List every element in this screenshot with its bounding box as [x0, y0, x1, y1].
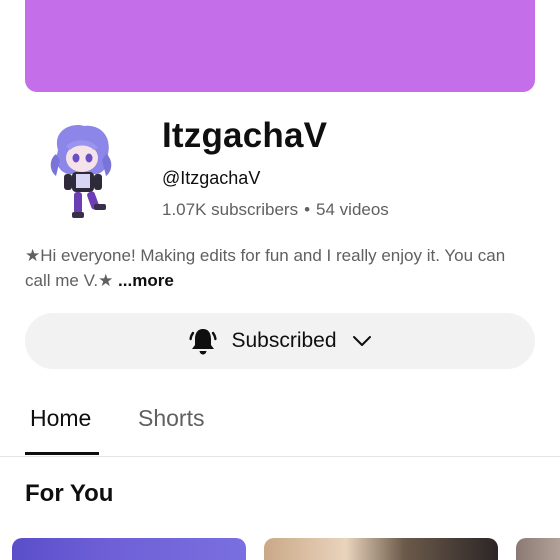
- subscribed-label: Subscribed: [231, 329, 337, 352]
- more-link[interactable]: ...more: [118, 271, 174, 290]
- video-thumbnail[interactable]: [264, 538, 498, 560]
- video-count: 54 videos: [316, 200, 389, 219]
- channel-description[interactable]: ★Hi everyone! Making edits for fun and I…: [25, 243, 535, 293]
- video-thumbnail[interactable]: [12, 538, 246, 560]
- channel-handle: @ItzgachaV: [162, 168, 261, 188]
- channel-stats: 1.07K subscribers • 54 videos: [162, 200, 389, 220]
- channel-tabs: Home Shorts: [0, 395, 560, 457]
- channel-name: ItzgachaV: [162, 116, 328, 155]
- description-text: ★Hi everyone! Making edits for fun and I…: [25, 246, 506, 290]
- subscriber-count: 1.07K subscribers: [162, 200, 299, 219]
- channel-avatar[interactable]: [38, 120, 124, 224]
- section-title: For You: [25, 480, 114, 507]
- bell-icon: [189, 329, 218, 355]
- selected-tab-indicator: [25, 452, 99, 455]
- chevron-down-icon: [352, 336, 371, 346]
- channel-banner: [25, 0, 535, 92]
- stats-separator: •: [304, 200, 311, 219]
- tab-shorts[interactable]: Shorts: [138, 405, 204, 432]
- subscribed-button[interactable]: Subscribed: [25, 313, 535, 369]
- tab-home[interactable]: Home: [30, 405, 91, 432]
- video-thumbnail[interactable]: [516, 538, 560, 560]
